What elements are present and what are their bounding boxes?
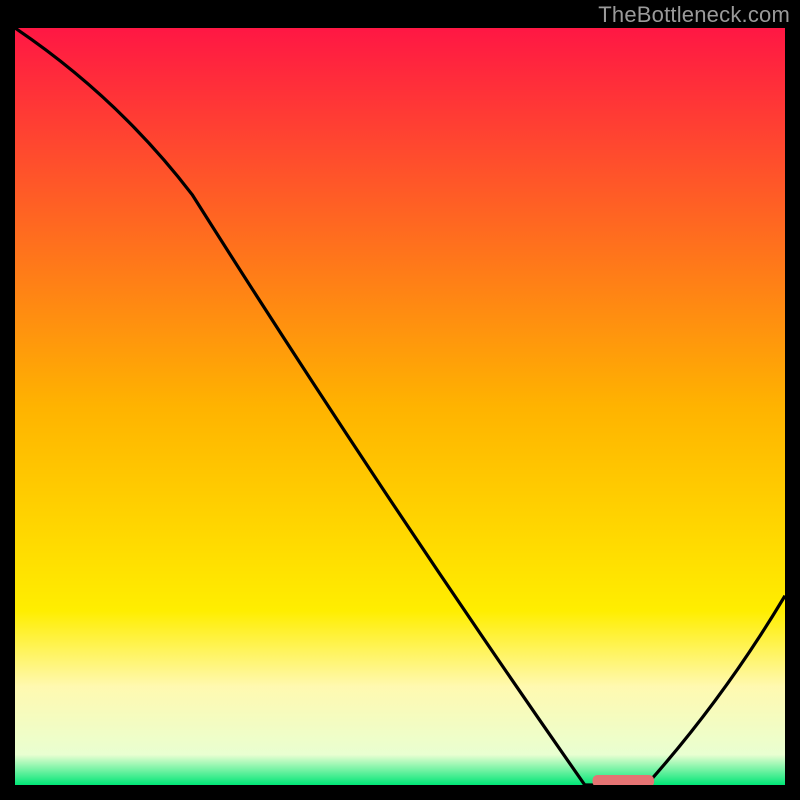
watermark-text: TheBottleneck.com (598, 2, 790, 28)
chart-plot-area (15, 28, 785, 785)
bottleneck-line-chart (15, 28, 785, 785)
chart-frame: TheBottleneck.com (0, 0, 800, 800)
gradient-background (15, 28, 785, 785)
optimal-range-marker (593, 775, 655, 785)
